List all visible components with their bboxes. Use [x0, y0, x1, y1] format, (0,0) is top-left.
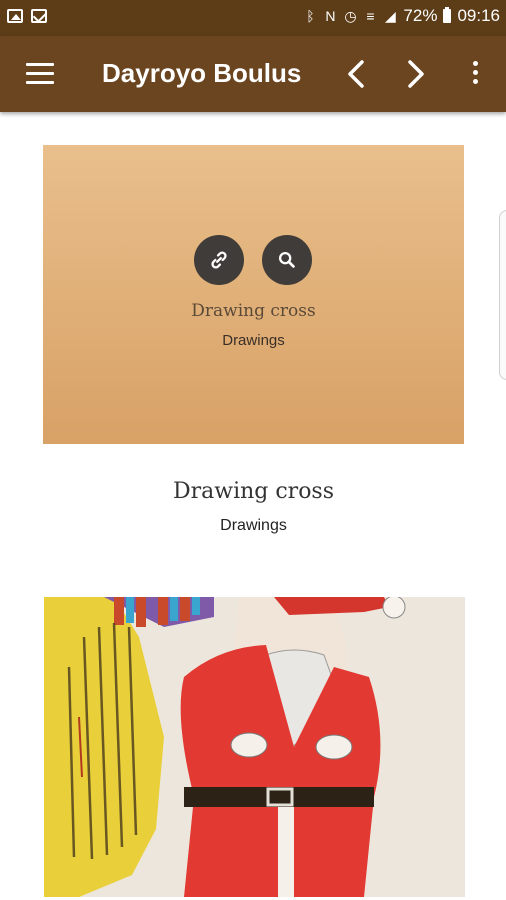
overlay-category: Drawings	[222, 332, 285, 349]
overlay-title: Drawing cross	[191, 301, 316, 321]
mail-icon	[31, 9, 47, 23]
link-icon[interactable]	[194, 235, 244, 285]
chevron-right-icon[interactable]	[397, 56, 433, 92]
menu-icon[interactable]	[26, 63, 54, 85]
app-bar: Dayroyo Boulus	[0, 36, 506, 112]
search-icon[interactable]	[262, 235, 312, 285]
item-title[interactable]: Drawing cross	[43, 479, 464, 504]
nfc-icon: N	[325, 8, 336, 24]
battery-percent: 72%	[403, 6, 438, 25]
item-category[interactable]: Drawings	[43, 517, 464, 535]
alarm-icon: ◷	[344, 8, 357, 24]
gallery-item-card[interactable]: Drawing cross Drawings	[43, 145, 464, 444]
signal-icon: ◢	[385, 8, 396, 24]
wifi-icon: ≡	[366, 8, 375, 24]
app-title: Dayroyo Boulus	[102, 58, 302, 88]
bluetooth-icon: ᛒ	[306, 8, 315, 24]
chevron-left-icon[interactable]	[339, 56, 375, 92]
battery-icon	[443, 7, 452, 23]
status-bar: ᛒ N ◷ ≡ ◢ 72% 09:16	[0, 0, 506, 36]
santa-drawing-image[interactable]	[44, 597, 465, 897]
scroll-handle[interactable]	[499, 210, 506, 380]
image-icon	[7, 9, 23, 23]
more-vert-icon[interactable]	[465, 58, 485, 90]
clock: 09:16	[457, 6, 500, 25]
